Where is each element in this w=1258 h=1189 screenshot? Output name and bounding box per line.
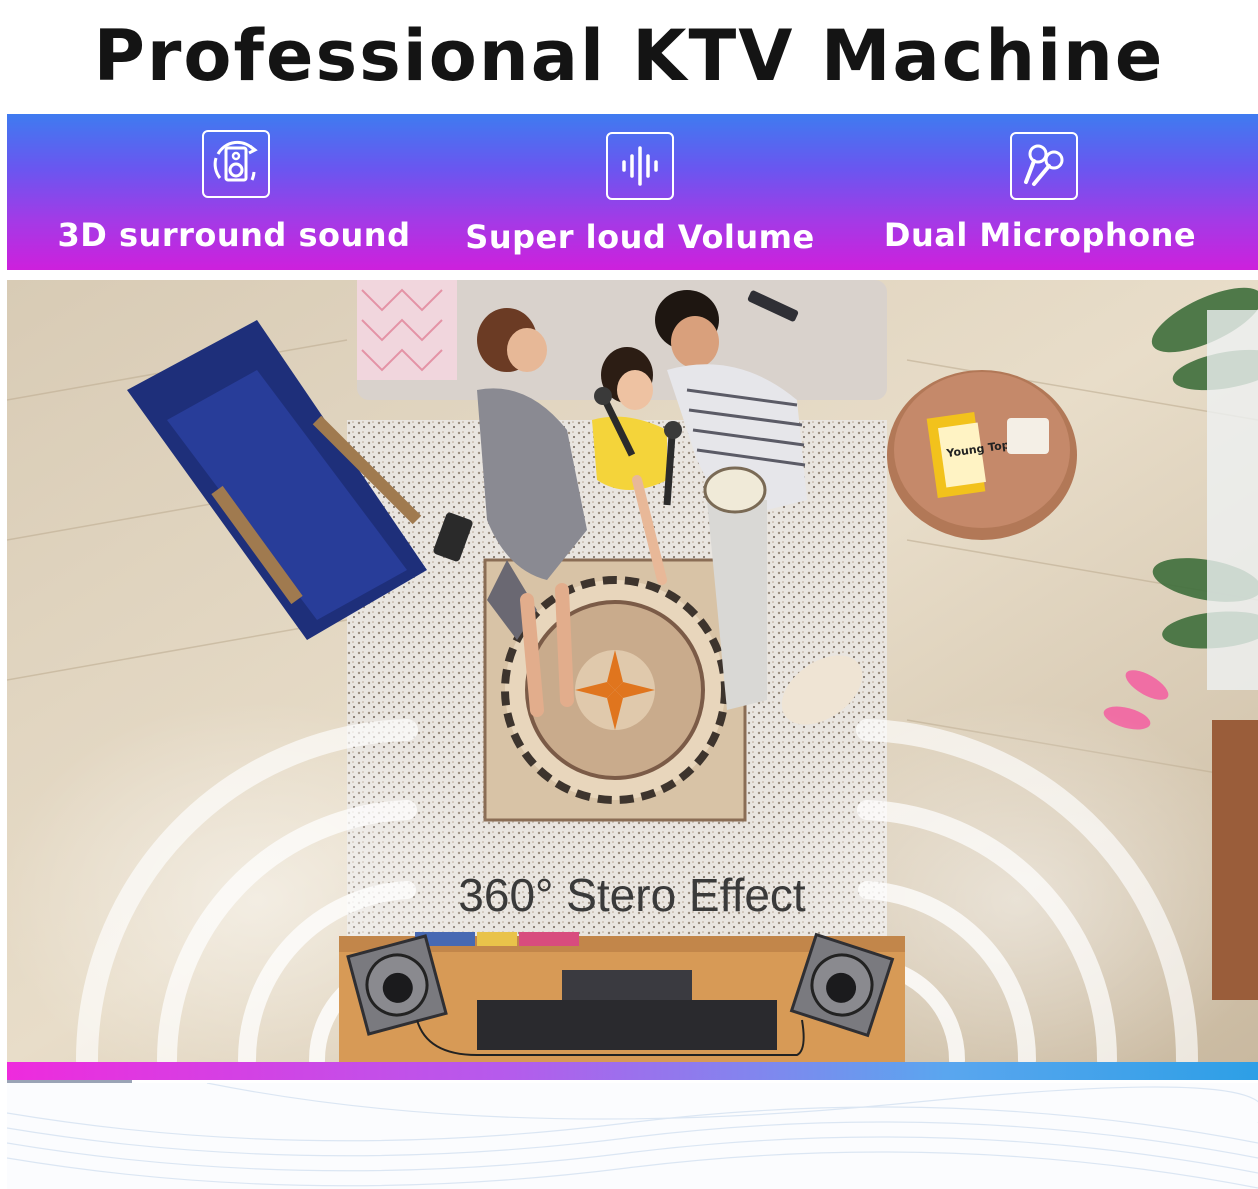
product-banner: Professional KTV Machine 3D surround sou… xyxy=(0,0,1258,1189)
feature-loud-volume: Super loud Volume xyxy=(440,114,840,272)
living-room-photo: Young Top 360° Stero Effect xyxy=(7,280,1258,1062)
tv-stand xyxy=(339,932,905,1062)
microphone-pair-icon xyxy=(1010,132,1078,200)
bottom-wave-area xyxy=(7,1083,1258,1189)
gradient-bar xyxy=(7,1062,1258,1080)
speaker-surround-icon xyxy=(202,130,270,198)
feature-label: Super loud Volume xyxy=(465,218,815,256)
band-divider xyxy=(7,270,1258,280)
page-title: Professional KTV Machine xyxy=(93,15,1165,97)
sound-wave-icon xyxy=(606,132,674,200)
feature-dual-microphone: Dual Microphone xyxy=(840,114,1240,272)
feature-label: Dual Microphone xyxy=(883,216,1197,254)
feature-label: 3D surround sound xyxy=(57,216,411,254)
effect-caption: 360° Stero Effect xyxy=(458,869,806,921)
feature-band: 3D surround sound Super loud Volume Dual… xyxy=(7,114,1258,272)
feature-surround-sound: 3D surround sound xyxy=(34,114,434,272)
